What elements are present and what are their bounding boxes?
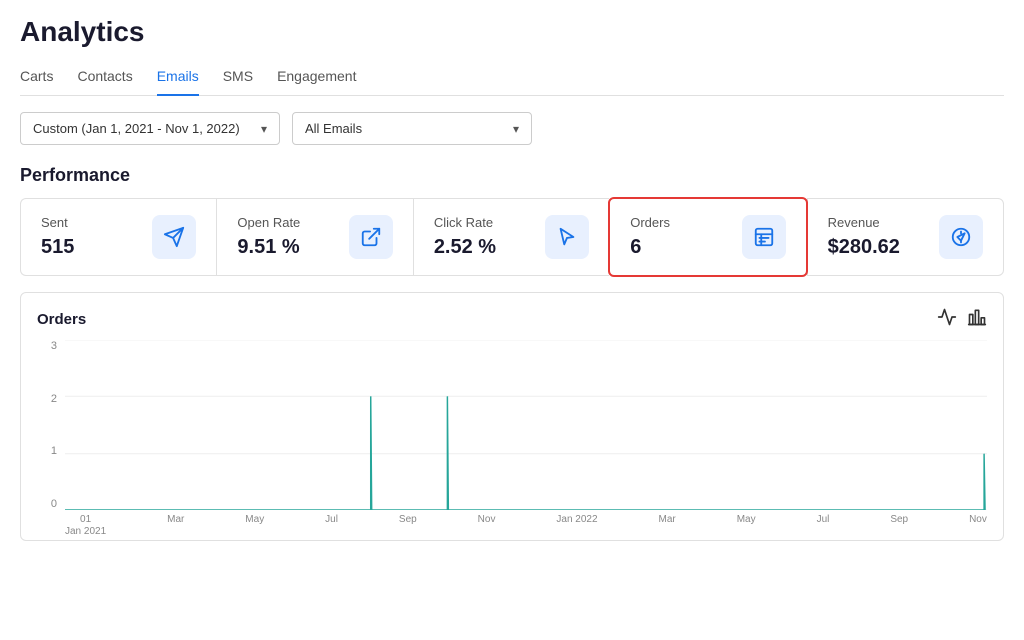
performance-section-title: Performance	[20, 165, 1004, 186]
bar-chart-icon[interactable]	[967, 307, 987, 332]
tab-emails[interactable]: Emails	[157, 60, 199, 96]
metric-orders: Orders 6	[608, 197, 807, 277]
filter-bar: Custom (Jan 1, 2021 - Nov 1, 2022) ▾ All…	[20, 112, 1004, 145]
send-icon	[152, 215, 196, 259]
metric-revenue-label: Revenue	[828, 215, 900, 230]
orders-chart-section: Orders 3 2 1 0	[20, 292, 1004, 541]
metric-open-rate: Open Rate 9.51 %	[216, 198, 412, 276]
click-rate-icon	[545, 215, 589, 259]
page-title: Analytics	[20, 16, 1004, 48]
chart-title: Orders	[37, 311, 86, 328]
tab-contacts[interactable]: Contacts	[77, 60, 132, 96]
metric-revenue: Revenue $280.62	[807, 198, 1004, 276]
x-axis: 01Jan 2021 Mar May Jul Sep Nov Jan 2022 …	[65, 510, 987, 540]
tab-bar: Carts Contacts Emails SMS Engagement	[20, 60, 1004, 96]
metric-open-rate-value: 9.51 %	[237, 236, 300, 259]
metric-sent-label: Sent	[41, 215, 74, 230]
tab-sms[interactable]: SMS	[223, 60, 253, 96]
metric-open-rate-label: Open Rate	[237, 215, 300, 230]
date-range-filter[interactable]: Custom (Jan 1, 2021 - Nov 1, 2022) ▾	[20, 112, 280, 145]
metric-click-rate: Click Rate 2.52 %	[413, 198, 609, 276]
chart-plot	[65, 340, 987, 510]
metric-click-rate-value: 2.52 %	[434, 236, 496, 259]
revenue-icon	[939, 215, 983, 259]
chevron-down-icon: ▾	[513, 122, 519, 136]
metric-orders-value: 6	[630, 236, 670, 259]
chart-type-controls	[937, 307, 987, 332]
metrics-row: Sent 515 Open Rate 9.51 % Click Rate 2.5…	[20, 198, 1004, 276]
open-rate-icon	[349, 215, 393, 259]
metric-click-rate-label: Click Rate	[434, 215, 496, 230]
chart-area: 3 2 1 0 01Jan 2021 Mar May Jul Sep Nov	[37, 340, 987, 540]
metric-orders-label: Orders	[630, 215, 670, 230]
metric-revenue-value: $280.62	[828, 236, 900, 259]
metric-sent-value: 515	[41, 236, 74, 259]
tab-carts[interactable]: Carts	[20, 60, 53, 96]
email-filter[interactable]: All Emails ▾	[292, 112, 532, 145]
metric-sent: Sent 515	[20, 198, 216, 276]
y-axis: 3 2 1 0	[37, 340, 61, 510]
line-chart-icon[interactable]	[937, 307, 957, 332]
orders-icon	[742, 215, 786, 259]
tab-engagement[interactable]: Engagement	[277, 60, 356, 96]
chevron-down-icon: ▾	[261, 122, 267, 136]
